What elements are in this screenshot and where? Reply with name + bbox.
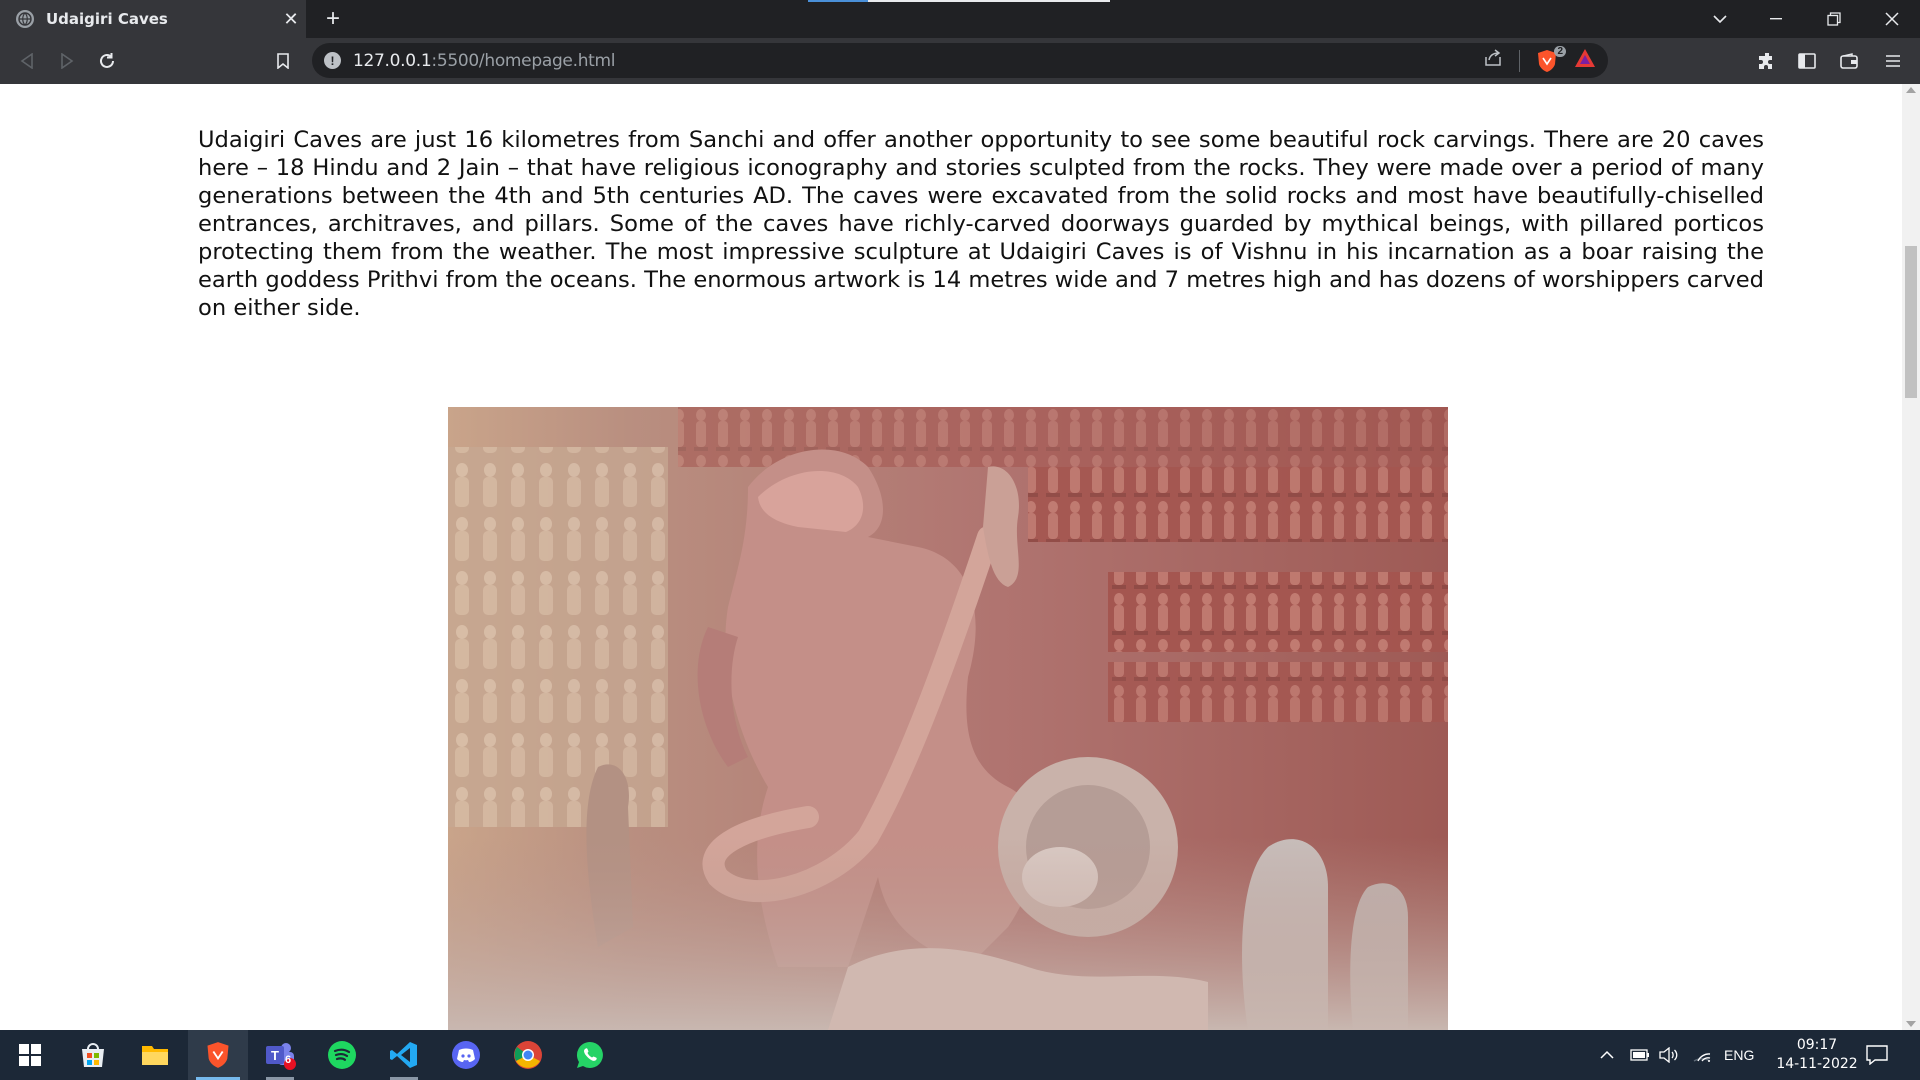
- globe-icon: [16, 10, 34, 28]
- page-content: Udaigiri Caves are just 16 kilometres fr…: [0, 84, 1902, 1030]
- restore-icon[interactable]: [1806, 0, 1862, 38]
- tab-close-icon[interactable]: ✕: [276, 9, 306, 30]
- shields-badge: 2: [1554, 45, 1566, 57]
- svg-text:T: T: [271, 1048, 279, 1063]
- scroll-up-icon[interactable]: [1906, 87, 1916, 93]
- browser-toolbar: ! 127.0.0.1:5500/homepage.html 2: [0, 38, 1920, 84]
- file-explorer-icon[interactable]: [125, 1030, 185, 1080]
- share-icon[interactable]: [1483, 49, 1503, 72]
- article-paragraph: Udaigiri Caves are just 16 kilometres fr…: [198, 127, 1765, 321]
- new-tab-button[interactable]: +: [318, 4, 348, 34]
- reload-icon[interactable]: [92, 46, 122, 76]
- brave-rewards-icon[interactable]: [1574, 48, 1596, 73]
- sidebar-icon[interactable]: [1792, 46, 1822, 76]
- clock-time: 09:17: [1796, 1037, 1838, 1053]
- spotify-icon[interactable]: [312, 1030, 372, 1080]
- close-window-icon[interactable]: [1864, 0, 1920, 38]
- menu-icon[interactable]: [1878, 46, 1908, 76]
- teams-icon[interactable]: T 6: [250, 1030, 310, 1080]
- wifi-icon[interactable]: [1693, 1030, 1711, 1080]
- tab-search-icon[interactable]: [1692, 0, 1748, 38]
- page-scrollbar[interactable]: [1902, 84, 1920, 1030]
- show-hidden-icons[interactable]: [1600, 1030, 1614, 1080]
- chrome-dev-icon[interactable]: [498, 1030, 558, 1080]
- scroll-thumb[interactable]: [1905, 246, 1917, 398]
- clock[interactable]: 09:17 14-11-2022: [1772, 1036, 1862, 1074]
- windows-logo-icon: [19, 1044, 41, 1066]
- microsoft-store-icon[interactable]: [63, 1030, 123, 1080]
- loading-indicator: [808, 0, 1110, 2]
- brave-browser-taskbar-icon[interactable]: [188, 1030, 248, 1080]
- volume-icon[interactable]: [1659, 1030, 1679, 1080]
- browser-tab-strip: Udaigiri Caves ✕ +: [0, 0, 1920, 38]
- language-indicator[interactable]: ENG: [1724, 1030, 1754, 1080]
- back-icon[interactable]: [12, 46, 42, 76]
- divider: [1519, 49, 1520, 72]
- url-host: 127.0.0.1: [353, 50, 432, 71]
- url-text[interactable]: 127.0.0.1:5500/homepage.html: [353, 50, 616, 71]
- start-button[interactable]: [0, 1030, 60, 1080]
- url-path: :5500/homepage.html: [431, 50, 616, 71]
- minimize-icon[interactable]: [1748, 0, 1804, 38]
- battery-icon[interactable]: [1630, 1030, 1650, 1080]
- tab-udaigiri-caves[interactable]: Udaigiri Caves ✕: [0, 0, 306, 38]
- teams-badge: 6: [285, 1054, 292, 1066]
- extensions-icon[interactable]: [1752, 46, 1782, 76]
- brave-shields-icon[interactable]: 2: [1536, 45, 1566, 73]
- varaha-sculpture-image: [448, 407, 1448, 1030]
- scroll-down-icon[interactable]: [1906, 1021, 1916, 1027]
- address-bar[interactable]: ! 127.0.0.1:5500/homepage.html 2: [312, 43, 1608, 78]
- forward-icon[interactable]: [52, 46, 82, 76]
- notifications-icon[interactable]: [1866, 1030, 1888, 1080]
- whatsapp-icon[interactable]: [560, 1030, 620, 1080]
- wallet-icon[interactable]: [1834, 46, 1864, 76]
- discord-icon[interactable]: [436, 1030, 496, 1080]
- windows-taskbar: T 6 ENG 09:17 14-11-2022: [0, 1030, 1920, 1080]
- clock-date: 14-11-2022: [1776, 1056, 1858, 1072]
- tab-title: Udaigiri Caves: [46, 10, 168, 28]
- bookmark-icon[interactable]: [268, 46, 298, 76]
- site-info-icon[interactable]: !: [324, 52, 341, 69]
- vscode-icon[interactable]: [374, 1030, 434, 1080]
